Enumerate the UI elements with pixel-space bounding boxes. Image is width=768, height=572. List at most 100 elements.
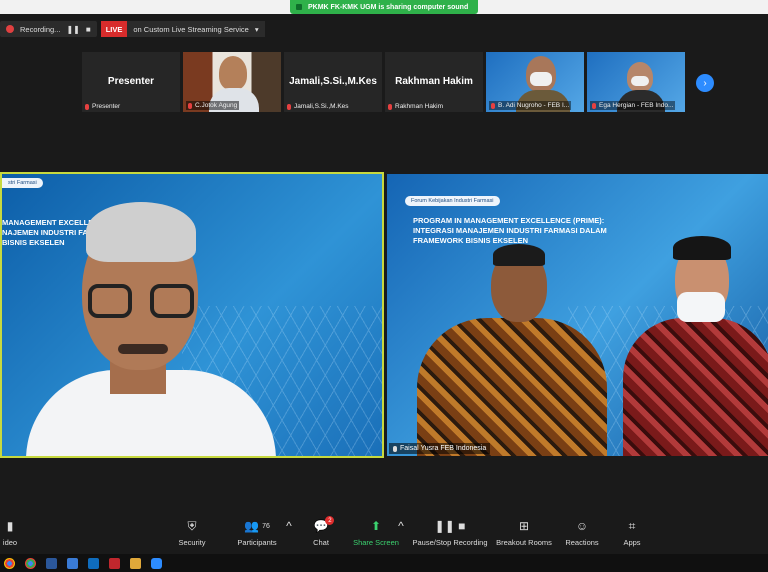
pause-stop-icon: ❚❚ ■	[434, 519, 466, 533]
participant-tile[interactable]: Rakhman Hakim Rakhman Hakim	[385, 52, 483, 112]
participants-label: Participants	[237, 538, 277, 547]
participants-count: 76	[262, 522, 270, 530]
mic-icon	[393, 445, 397, 452]
speaker-hair	[86, 202, 196, 262]
participant-video	[530, 72, 552, 86]
meeting-toolbar: ▮ ideo ⛨ Security 👥 76 Participants ^ 💬 2 …	[0, 516, 768, 554]
chat-button[interactable]: 💬 2 Chat	[308, 516, 335, 547]
person-left-body	[417, 318, 607, 456]
video-icon: ▮	[6, 519, 14, 533]
participant-tile[interactable]: B. Adi Nugroho - FEB I...	[486, 52, 584, 112]
participant-tile[interactable]: Presenter Presenter	[82, 52, 180, 112]
slide-line: INTEGRASI MANAJEMEN INDUSTRI FARMASI DAL…	[413, 226, 607, 235]
apps-button[interactable]: ⌗ Apps	[620, 518, 644, 548]
participant-tile[interactable]: Jamali,S.Si.,M.Kes Jamali,S.Si.,M.Kes	[284, 52, 382, 112]
live-stream-dropdown[interactable]: on Custom Live Streaming Service ▾	[127, 21, 265, 37]
record-label: Pause/Stop Recording	[412, 538, 488, 547]
live-service-label: on Custom Live Streaming Service	[133, 24, 249, 34]
video-button[interactable]: ▮ ideo	[0, 518, 20, 547]
security-button[interactable]: ⛨ Security	[172, 518, 212, 548]
speaker-mustache	[118, 344, 168, 354]
zoom-icon[interactable]	[151, 557, 162, 569]
speaker-name: Faisal Yusra FEB Indonesia	[400, 445, 487, 452]
recording-label: Recording...	[20, 24, 61, 34]
muted-mic-icon	[491, 102, 495, 109]
participant-tile[interactable]: Ega Hergian - FEB Indo...	[587, 52, 685, 112]
pdf-icon[interactable]	[109, 557, 120, 569]
smiley-icon: ☺	[575, 519, 589, 533]
live-badge: LIVE	[100, 21, 128, 37]
windows-taskbar	[0, 554, 768, 572]
shield-icon: ⛨	[187, 518, 197, 533]
window-icon[interactable]	[67, 557, 78, 569]
participant-label: Presenter	[85, 103, 120, 110]
sharing-sound-text: PKMK FK-KMK UGM is sharing computer soun…	[308, 3, 469, 11]
pause-recording-icon[interactable]: ❚❚	[66, 25, 79, 34]
speaker-name-tag: Faisal Yusra FEB Indonesia	[389, 443, 491, 454]
participant-name: Rakhman Hakim	[395, 103, 444, 110]
participant-label: B. Adi Nugroho - FEB I...	[489, 101, 572, 110]
participants-caret[interactable]: ^	[284, 518, 294, 534]
chrome-icon[interactable]	[25, 557, 36, 569]
outlook-icon[interactable]	[88, 557, 99, 569]
muted-mic-icon	[388, 103, 392, 110]
participant-tile[interactable]: C.Jotok Agung	[183, 52, 281, 112]
participant-video	[219, 56, 247, 90]
participant-name: B. Adi Nugroho - FEB I...	[498, 102, 570, 109]
recording-bar: Recording... ❚❚ ■ LIVE on Custom Live St…	[0, 20, 300, 38]
pause-stop-recording-button[interactable]: ❚❚ ■ Pause/Stop Recording	[410, 518, 490, 547]
share-screen-label: Share Screen	[353, 538, 399, 547]
glasses-right	[150, 284, 194, 318]
participant-label: Ega Hergian - FEB Indo...	[590, 101, 676, 110]
participant-name: Presenter	[92, 103, 121, 110]
active-speaker-video[interactable]: stri Farmasi MANAGEMENT EXCELLENCE (P NA…	[0, 172, 384, 458]
breakout-rooms-button[interactable]: ⊞ Breakout Rooms	[494, 518, 554, 547]
video-label: ideo	[2, 538, 18, 547]
participant-label: C.Jotok Agung	[186, 101, 240, 110]
chrome-icon[interactable]	[4, 557, 15, 569]
participants-button[interactable]: 👥 76 Participants	[232, 518, 282, 547]
word-icon[interactable]	[46, 557, 57, 569]
apps-label: Apps	[623, 538, 641, 547]
glasses-left	[88, 284, 132, 318]
participant-name: C.Jotok Agung	[195, 102, 238, 109]
participant-video	[631, 76, 649, 86]
muted-mic-icon	[188, 102, 192, 109]
next-page-icon[interactable]: ›	[696, 74, 714, 92]
share-screen-button[interactable]: ⬆ Share Screen	[352, 518, 400, 547]
participant-name: Jamali,S.Si.,M.Kes	[294, 103, 349, 110]
security-label: Security	[178, 538, 206, 547]
face-mask	[677, 292, 725, 322]
reactions-label: Reactions	[565, 538, 599, 547]
breakout-label: Breakout Rooms	[496, 538, 552, 547]
participant-strip: Presenter Presenter C.Jotok Agung Jamali…	[82, 52, 688, 112]
participant-label: Rakhman Hakim	[388, 103, 443, 110]
muted-mic-icon	[592, 102, 596, 109]
person-right-body	[623, 318, 768, 456]
person-left-hair	[493, 244, 545, 266]
participant-name-large: Rakhman Hakim	[395, 76, 473, 87]
speaker-video[interactable]: Forum Kebijakan Industri Farmasi PROGRAM…	[387, 174, 768, 456]
chevron-up-icon: ^	[398, 519, 404, 533]
share-caret[interactable]: ^	[396, 518, 406, 534]
recording-status: Recording... ❚❚ ■	[0, 21, 97, 37]
speaker-icon	[296, 4, 302, 10]
slide-tag: Forum Kebijakan Industri Farmasi	[405, 196, 500, 206]
chevron-up-icon: ^	[286, 519, 292, 533]
slide-title: PROGRAM IN MANAGEMENT EXCELLENCE (PRIME)…	[413, 216, 607, 246]
person-right-hair	[673, 236, 731, 260]
share-screen-icon: ⬆	[370, 519, 382, 533]
muted-mic-icon	[85, 103, 89, 110]
stop-recording-icon[interactable]: ■	[86, 25, 91, 34]
grid-icon: ⊞	[518, 519, 530, 533]
muted-mic-icon	[287, 103, 291, 110]
folder-icon[interactable]	[130, 557, 141, 569]
recording-icon	[6, 25, 14, 33]
reactions-button[interactable]: ☺ Reactions	[562, 518, 602, 547]
chat-icon: 💬 2	[314, 516, 335, 534]
participant-label: Jamali,S.Si.,M.Kes	[287, 103, 349, 110]
participant-name-large: Presenter	[107, 76, 155, 87]
slide-tag: stri Farmasi	[2, 178, 43, 188]
slide-line: PROGRAM IN MANAGEMENT EXCELLENCE (PRIME)…	[413, 216, 605, 225]
apps-icon: ⌗	[628, 518, 636, 533]
